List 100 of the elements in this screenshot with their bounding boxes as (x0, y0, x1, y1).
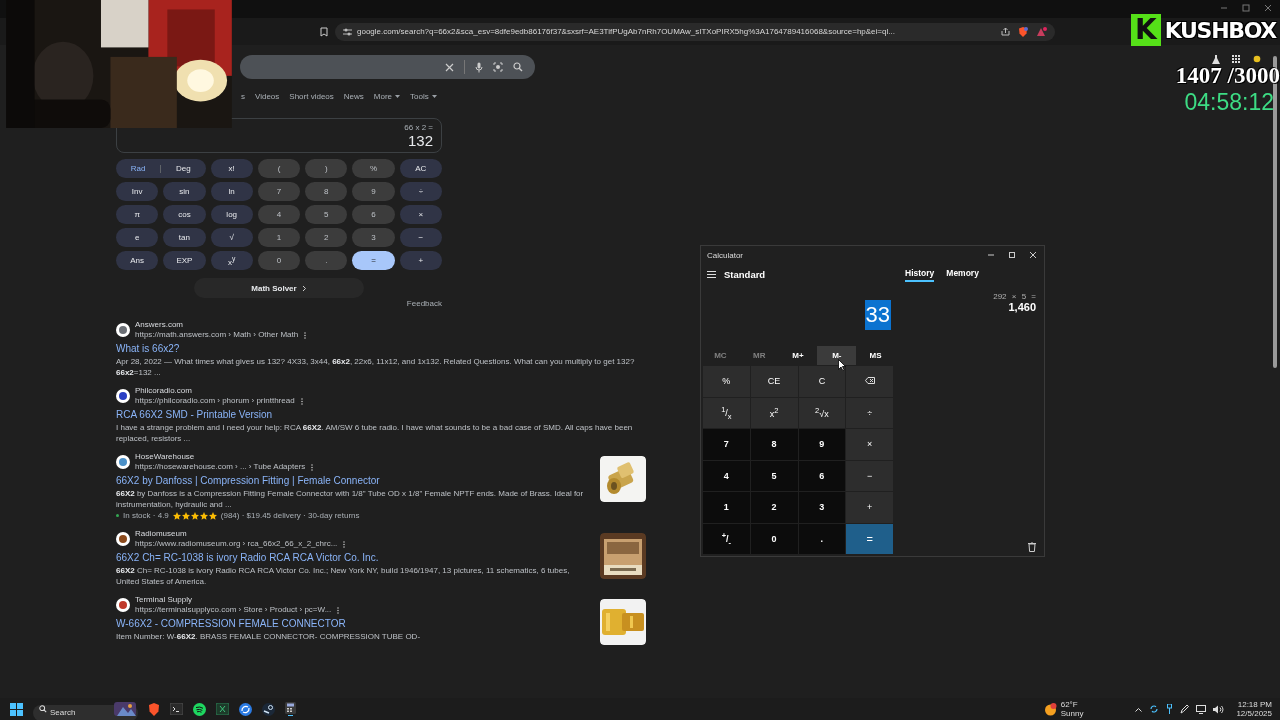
panel-tab[interactable]: History (905, 266, 935, 282)
calculator-key[interactable]: 6 (798, 460, 846, 491)
chevron-up-icon[interactable] (1135, 706, 1143, 712)
calculator-key[interactable]: % (703, 366, 750, 397)
calculator-key[interactable]: ln (210, 182, 253, 201)
search-field[interactable] (240, 55, 535, 79)
result-title[interactable]: 66X2 Ch= RC-1038 is ivory Radio RCA RCA Victor Co. Inc. (116, 550, 586, 565)
calculator-key[interactable]: = (846, 523, 893, 554)
calculator-key[interactable]: $^{1}$/$_{x}$ (703, 397, 750, 428)
calculator-key[interactable]: 9 (352, 182, 395, 201)
bookmark-icon[interactable] (320, 26, 328, 37)
calculator-key[interactable]: sin (163, 182, 206, 201)
calculator-key[interactable]: 2 (750, 492, 798, 523)
calculator-key[interactable]: AC (399, 159, 442, 178)
calculator-key[interactable]: . (305, 251, 348, 270)
search-icon[interactable] (39, 705, 47, 713)
calculator-key[interactable]: 4 (257, 205, 301, 224)
start-icon[interactable] (10, 702, 23, 716)
monitor-icon[interactable] (1196, 704, 1207, 714)
sound-waves-icon[interactable] (193, 702, 206, 716)
calculator-key[interactable]: x! (210, 159, 253, 178)
result-title[interactable]: What is 66x2? (116, 341, 636, 356)
more-options-icon[interactable] (337, 606, 340, 614)
calculator-key[interactable]: 7 (703, 429, 750, 460)
more-options-icon[interactable] (343, 540, 346, 548)
calculator-key[interactable]: + (846, 492, 893, 523)
result-title[interactable]: W-66X2 - COMPRESSION FEMALE CONNECTOR (116, 616, 586, 631)
calculator-key[interactable]: 8 (305, 182, 348, 201)
search-tab[interactable]: s (241, 91, 245, 103)
trash-icon[interactable] (1028, 542, 1036, 552)
tune-icon[interactable] (343, 27, 352, 36)
calculator-key[interactable]: Inv (116, 182, 159, 201)
calculator-key[interactable]: 0 (750, 523, 798, 554)
search-tab[interactable]: More (373, 91, 401, 103)
menu-icon[interactable] (707, 270, 716, 278)
calculator-key[interactable]: x$^{y}$ (210, 251, 253, 270)
minimize-icon[interactable] (988, 252, 994, 258)
calculator-key[interactable]: $^{2}$√x (798, 397, 846, 428)
calculator-key[interactable]: ) (305, 159, 348, 178)
calculator-key[interactable]: C (798, 366, 846, 397)
search-tab[interactable]: News (343, 91, 364, 103)
calculator-icon[interactable] (285, 702, 296, 716)
history-expression[interactable]: 292 × 5 = (993, 292, 1036, 301)
calculator-key[interactable]: 8 (750, 429, 798, 460)
spreadsheet-icon[interactable] (216, 703, 229, 715)
calculator-key[interactable]: tan (163, 228, 206, 247)
calculator-key[interactable]: 6 (352, 205, 395, 224)
calculator-key[interactable]: √ (210, 228, 253, 247)
more-options-icon[interactable] (304, 331, 307, 339)
more-options-icon[interactable] (300, 397, 303, 405)
memory-key[interactable]: M+ (778, 346, 818, 365)
calculator-key[interactable]: % (352, 159, 395, 178)
calculator-key[interactable]: x$^{2}$ (750, 397, 798, 428)
calculator-key[interactable]: CE (750, 366, 798, 397)
calculator-key[interactable]: Ans (116, 251, 159, 270)
swirl-icon[interactable] (239, 702, 252, 716)
calculator-key[interactable]: = (352, 251, 395, 270)
calculator-key[interactable]: $^{+}$/$_{-}$ (703, 523, 750, 554)
calculator-key[interactable]: e (116, 228, 159, 247)
calculator-key[interactable]: ÷ (846, 397, 893, 428)
calculator-key[interactable]: ( (257, 159, 301, 178)
calculator-key[interactable]: × (399, 205, 442, 224)
memory-key[interactable]: MS (856, 346, 895, 365)
backspace-key[interactable] (846, 366, 893, 397)
calculator-key[interactable]: 2 (305, 228, 348, 247)
calculator-key[interactable]: . (798, 523, 846, 554)
close-icon[interactable] (1030, 252, 1036, 258)
clock-date[interactable]: 12/5/2025 (1236, 709, 1272, 718)
maximize-icon[interactable] (1009, 252, 1015, 258)
calculator-key[interactable]: × (846, 429, 893, 460)
calculator-key[interactable]: log (210, 205, 253, 224)
microphone-icon[interactable] (475, 61, 483, 73)
memory-key[interactable]: M- (817, 346, 857, 365)
result-title[interactable]: 66X2 by Danfoss | Compression Fitting | Female Connector (116, 473, 586, 488)
search-tab[interactable]: Videos (255, 91, 280, 103)
search-tab[interactable]: Tools (410, 91, 437, 103)
calculator-key[interactable]: 7 (257, 182, 301, 201)
angle-mode-option[interactable]: Rad (116, 159, 161, 178)
close-icon[interactable] (1264, 4, 1272, 12)
calculator-key[interactable]: 9 (798, 429, 846, 460)
calculator-key[interactable]: 1 (257, 228, 301, 247)
share-icon[interactable] (1001, 27, 1010, 36)
calculator-key[interactable]: 0 (257, 251, 301, 270)
clock-time[interactable]: 12:18 PM (1237, 700, 1272, 709)
search-tab[interactable]: Short videos (289, 91, 334, 103)
search-icon[interactable] (513, 62, 523, 72)
math-solver-button[interactable]: Math Solver (194, 278, 364, 298)
speaker-icon[interactable] (1213, 704, 1225, 714)
more-options-icon[interactable] (311, 463, 314, 471)
address-bar[interactable]: google.com/search?q=66x2&sca_esv=8dfe9edb86176f37&sxsrf=AE3TifPUgAb7nRh7OUMAw_sITXoPIRX5hg%3A1764789416068&source=hp&ei=ql... (335, 22, 1055, 41)
calculator-key[interactable]: 5 (305, 205, 348, 224)
calculator-key[interactable]: ÷ (399, 182, 442, 201)
calculator-key[interactable]: π (116, 205, 159, 224)
shield-icon[interactable] (1018, 26, 1028, 37)
angle-toggle[interactable]: Rad Deg (116, 159, 206, 178)
refresh-icon[interactable] (1149, 704, 1160, 714)
angle-mode-option[interactable]: Deg (161, 159, 206, 178)
calculator-key[interactable]: 3 (798, 492, 846, 523)
calculator-key[interactable]: EXP (163, 251, 206, 270)
calculator-key[interactable]: cos (163, 205, 206, 224)
